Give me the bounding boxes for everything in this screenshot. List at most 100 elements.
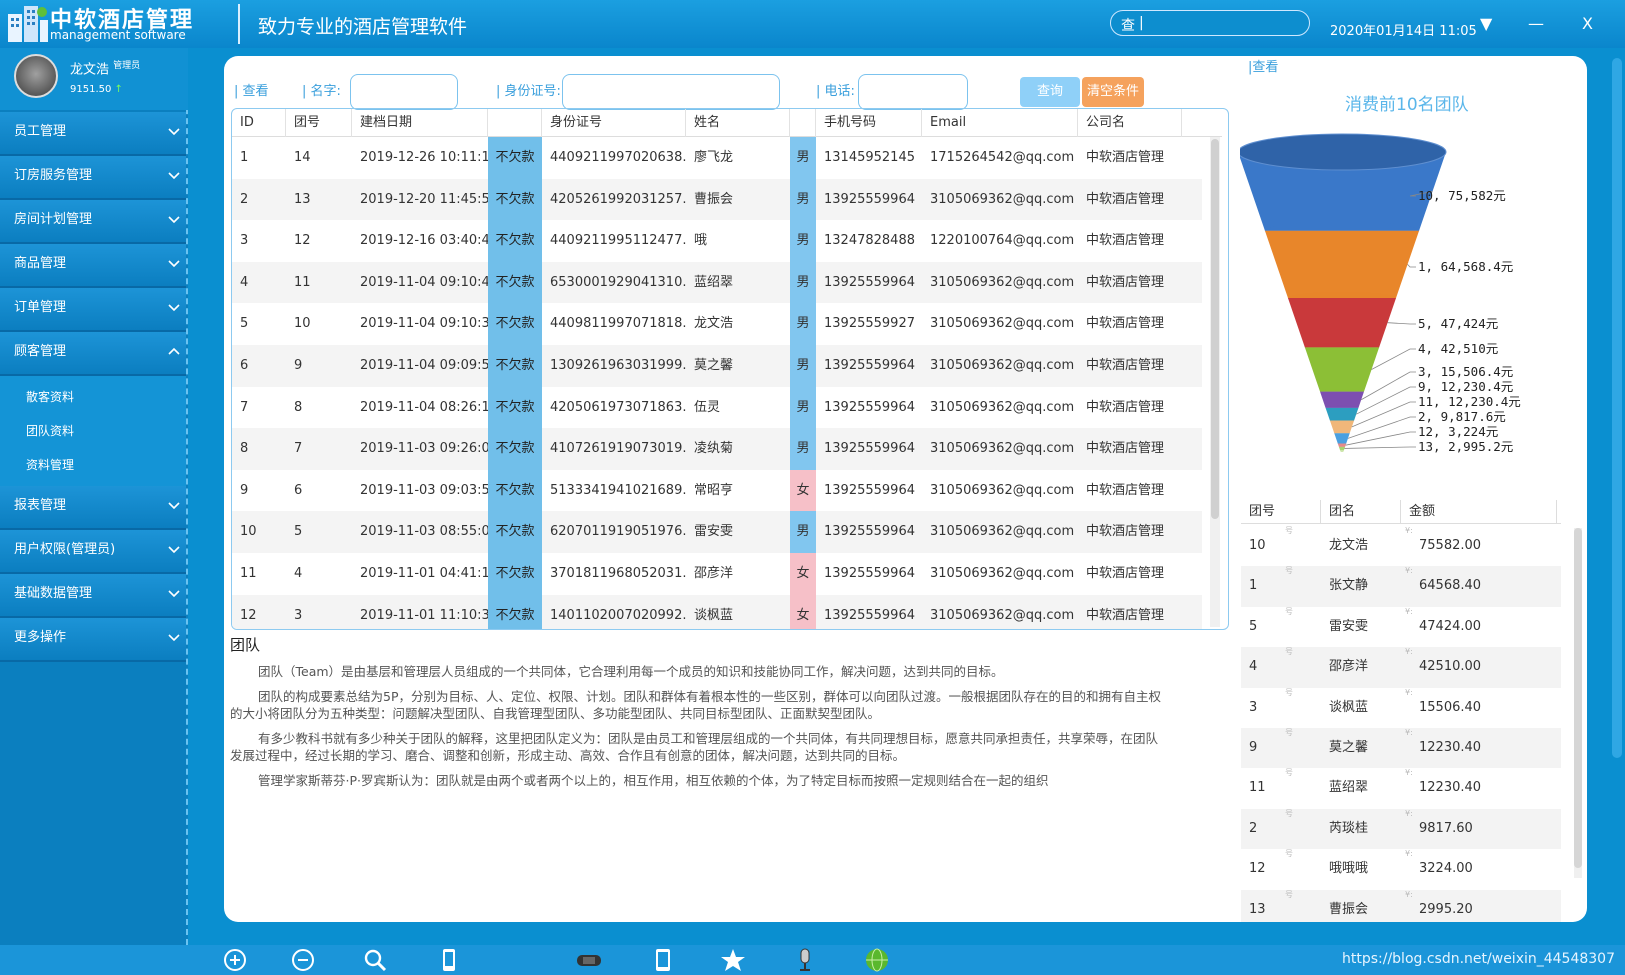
id-card-input[interactable] (562, 74, 780, 110)
sidebar-item-customers[interactable]: 顾客管理 (0, 332, 186, 376)
list-item[interactable]: 4 邵彦洋 42510.00 号 ¥: (1241, 647, 1561, 688)
sidebar-item-employee[interactable]: 员工管理 (0, 112, 186, 156)
list-item[interactable]: 12 哦哦哦 3224.00 号 ¥: (1241, 849, 1561, 889)
query-button[interactable]: 查询 (1020, 77, 1080, 107)
col-company[interactable]: 公司名 (1078, 109, 1182, 137)
sidebar-item-booking[interactable]: 订房服务管理 (0, 156, 186, 200)
filter-bar: | 查看 | 名字: | 身份证号: | 电话: 查询 清空条件 (234, 66, 1144, 110)
app-logo: 中软酒店管理 management software (0, 0, 235, 48)
dropdown-button[interactable]: ▼ (1480, 14, 1492, 33)
sidebar-item-more[interactable]: 更多操作 (0, 618, 186, 662)
list-item[interactable]: 2 芮琰桂 9817.60 号 ¥: (1241, 808, 1561, 850)
search-icon[interactable] (362, 948, 388, 972)
sidebar-item-orders[interactable]: 订单管理 (0, 288, 186, 332)
minimize-button[interactable]: — (1528, 14, 1544, 33)
col-phone[interactable]: 手机号码 (816, 109, 922, 137)
zoom-in-icon[interactable] (222, 948, 248, 972)
sidebar-item-goods[interactable]: 商品管理 (0, 244, 186, 288)
table-row[interactable]: 12 3 2019-11-01 11:10:37 不欠款 140110200702099… (232, 594, 1202, 629)
cell-company: 中软酒店管理 (1086, 607, 1165, 623)
sidebar-item-reports[interactable]: 报表管理 (0, 486, 186, 530)
col-email[interactable]: Email (922, 109, 1078, 137)
phone-icon[interactable] (436, 948, 462, 972)
cell-name: 廖飞龙 (694, 150, 734, 165)
cell-company: 中软酒店管理 (1086, 565, 1165, 581)
sub-item-records[interactable]: 资料管理 (0, 448, 186, 482)
cell-amount: 64568.40 (1419, 578, 1482, 594)
sidebar-item-room-plan[interactable]: 房间计划管理 (0, 200, 186, 244)
col-debt[interactable] (488, 109, 542, 137)
close-button[interactable]: X (1582, 14, 1593, 33)
list-item[interactable]: 3 谈枫蓝 15506.40 号 ¥: (1241, 688, 1561, 728)
list-item[interactable]: 5 雷安雯 47424.00 号 ¥: (1241, 607, 1561, 647)
segment-label: 10, 75,582元 (1418, 188, 1506, 203)
globe-icon[interactable] (864, 948, 890, 972)
grid-body: 1 14 2019-12-26 10:11:18 不欠款 440921199702063… (232, 137, 1202, 629)
right-table-scrollbar[interactable] (1574, 528, 1582, 878)
sub-item-individual[interactable]: 散客资料 (0, 380, 186, 414)
article-paragraph: 有多少教科书就有多少种关于团队的解释，这里把团队定义为：团队是由员工和管理层组成… (230, 731, 1159, 763)
funnel-segment[interactable] (1264, 230, 1420, 298)
table-row[interactable]: 8 7 2019-11-03 09:26:09 不欠款 4107261919073019… (232, 428, 1202, 470)
funnel-top-rim (1240, 133, 1447, 171)
list-item[interactable]: 9 莫之馨 12230.40 号 ¥: (1241, 727, 1561, 769)
table-row[interactable]: 6 9 2019-11-04 09:09:54 不欠款 1309261963031999… (232, 344, 1202, 387)
col-team-name[interactable]: 团名 (1321, 500, 1401, 524)
right-view-link[interactable]: |查看 (1248, 56, 1278, 75)
grid-scrollbar[interactable] (1210, 137, 1220, 627)
table-row[interactable]: 9 6 2019-11-03 09:03:57 不欠款 5133341941021689… (232, 469, 1202, 512)
list-item[interactable]: 1 张文静 64568.40 号 ¥: (1241, 566, 1561, 607)
global-search-input[interactable]: 查 | (1110, 10, 1310, 36)
table-row[interactable]: 3 12 2019-12-16 03:40:46 不欠款 440921199511247… (232, 220, 1202, 262)
col-amount[interactable]: 金额 (1401, 500, 1557, 524)
funnel-segment[interactable] (1304, 347, 1380, 392)
table-row[interactable]: 1 14 2019-12-26 10:11:18 不欠款 440921199702063… (232, 137, 1202, 179)
sidebar-item-base-data[interactable]: 基础数据管理 (0, 574, 186, 618)
table-row[interactable]: 5 10 2019-11-04 09:10:31 不欠款 440981199707181… (232, 303, 1202, 345)
cell-email: 3105069362@qq.com (930, 565, 1075, 581)
col-created[interactable]: 建档日期 (352, 109, 488, 137)
sidebar-item-label: 员工管理 (14, 124, 67, 139)
funnel-segment[interactable] (1287, 297, 1397, 348)
page-scrollbar[interactable] (1612, 58, 1622, 758)
avatar[interactable] (14, 54, 58, 98)
table-row[interactable]: 10 5 2019-11-03 08:55:08 不欠款 620701191905197… (232, 511, 1202, 553)
col-team-no[interactable]: 团号 (1241, 500, 1321, 524)
col-team-no[interactable]: 团号 (286, 109, 352, 137)
microphone-icon[interactable] (792, 948, 818, 972)
watermark-url: https://blog.csdn.net/weixin_44548307 (1341, 951, 1615, 967)
table-row[interactable]: 7 8 2019-11-04 08:26:14 不欠款 4205061973071863… (232, 386, 1202, 429)
cell-created: 2019-11-01 11:10:37 (360, 607, 488, 623)
cell-name: 莫之馨 (694, 357, 734, 373)
clear-filters-button[interactable]: 清空条件 (1082, 77, 1144, 107)
table-row[interactable]: 4 11 2019-11-04 09:10:41 不欠款 653000192904131… (232, 261, 1202, 304)
grid-scroll-thumb[interactable] (1211, 139, 1219, 519)
cell-id-card: 4205261992031257... (550, 191, 686, 207)
name-input[interactable] (350, 74, 458, 110)
cell-hint: 号 (1285, 566, 1293, 576)
col-id[interactable]: ID (232, 109, 286, 137)
col-sex[interactable] (790, 109, 816, 137)
right-scroll-thumb[interactable] (1574, 528, 1582, 868)
phone-input[interactable] (858, 74, 968, 110)
col-name[interactable]: 姓名 (686, 109, 790, 137)
cell-team-no: 8 (294, 399, 303, 415)
funnel-segment-edge (1340, 448, 1344, 452)
col-id-card[interactable]: 身份证号 (542, 109, 686, 137)
list-item[interactable]: 10 龙文浩 75582.00 号 ¥: (1241, 526, 1561, 566)
star-icon[interactable] (720, 948, 746, 972)
list-item[interactable]: 13 曹振会 2995.20 号 ¥: (1241, 889, 1561, 922)
cell-debt: 不欠款 (488, 178, 542, 221)
cell-debt: 不欠款 (488, 594, 542, 629)
game-console-icon[interactable] (576, 948, 602, 972)
funnel-segment[interactable] (1320, 391, 1364, 408)
sub-item-team[interactable]: 团队资料 (0, 414, 186, 448)
sidebar-item-permissions[interactable]: 用户权限(管理员) (0, 530, 186, 574)
zoom-out-icon[interactable] (290, 948, 316, 972)
cell-team-name: 谈枫蓝 (1329, 699, 1369, 715)
tablet-icon[interactable] (650, 948, 676, 972)
table-row[interactable]: 2 13 2019-12-20 11:45:53 不欠款 420526199203125… (232, 178, 1202, 221)
table-row[interactable]: 11 4 2019-11-01 04:41:16 不欠款 370181196805203… (232, 552, 1202, 595)
list-item[interactable]: 11 蓝绍翠 12230.40 号 ¥: (1241, 768, 1561, 808)
view-link[interactable]: | 查看 (234, 80, 269, 99)
